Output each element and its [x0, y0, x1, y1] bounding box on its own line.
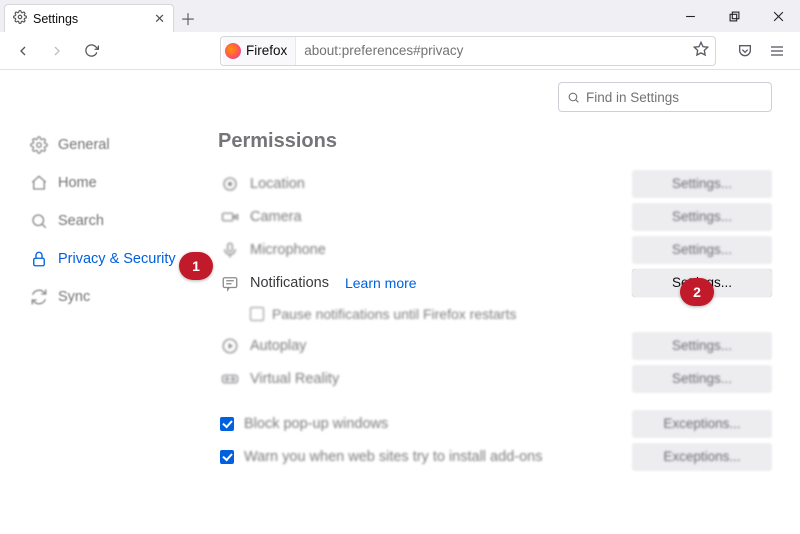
annotation-callout-1: 1	[179, 252, 213, 280]
sidebar-item-home[interactable]: Home	[30, 164, 200, 202]
perm-label: Warn you when web sites try to install a…	[244, 449, 542, 465]
sidebar-item-sync[interactable]: Sync	[30, 278, 200, 316]
section-title: Permissions	[218, 130, 772, 153]
identity-chip[interactable]: Firefox	[223, 37, 296, 65]
camera-icon	[220, 207, 240, 227]
gear-icon	[13, 10, 27, 27]
sidebar-item-label: Search	[58, 213, 104, 229]
tab-title: Settings	[33, 12, 78, 26]
toolbar: Firefox about:preferences#privacy	[0, 32, 800, 70]
vr-settings-button[interactable]: Settings...	[632, 365, 772, 393]
window-restore-button[interactable]	[712, 0, 756, 32]
sidebar-item-search[interactable]: Search	[30, 202, 200, 240]
location-settings-button[interactable]: Settings...	[632, 170, 772, 198]
titlebar: Settings ✕ ＋	[0, 0, 800, 32]
perm-row-autoplay: Autoplay Settings...	[216, 329, 772, 362]
perm-label: Camera	[250, 209, 302, 225]
microphone-icon	[220, 240, 240, 260]
pause-notifications-label: Pause notifications until Firefox restar…	[272, 306, 516, 322]
new-tab-button[interactable]: ＋	[174, 4, 202, 32]
sidebar: General Home Search Privacy & Security S…	[0, 70, 200, 534]
perm-label: Notifications	[250, 275, 329, 291]
camera-settings-button[interactable]: Settings...	[632, 203, 772, 231]
pause-notifications-checkbox[interactable]	[250, 307, 264, 321]
perm-row-vr: Virtual Reality Settings...	[216, 362, 772, 395]
autoplay-icon	[220, 336, 240, 356]
firefox-logo-icon	[225, 43, 241, 59]
warn-addons-checkbox[interactable]	[220, 450, 234, 464]
block-popups-checkbox[interactable]	[220, 417, 234, 431]
microphone-settings-button[interactable]: Settings...	[632, 236, 772, 264]
perm-row-camera: Camera Settings...	[216, 200, 772, 233]
perm-label: Virtual Reality	[250, 371, 339, 387]
window-controls	[668, 0, 800, 32]
sidebar-item-label: Home	[58, 175, 97, 191]
url-text: about:preferences#privacy	[304, 43, 463, 58]
perm-row-popups: Block pop-up windows Exceptions...	[216, 407, 772, 440]
pocket-icon[interactable]	[730, 36, 760, 66]
sidebar-item-label: Privacy & Security	[58, 251, 176, 267]
window-minimize-button[interactable]	[668, 0, 712, 32]
learn-more-link[interactable]: Learn more	[345, 275, 417, 291]
autoplay-settings-button[interactable]: Settings...	[632, 332, 772, 360]
browser-tab[interactable]: Settings ✕	[4, 4, 174, 32]
addons-exceptions-button[interactable]: Exceptions...	[632, 443, 772, 471]
forward-button[interactable]	[42, 36, 72, 66]
perm-label: Autoplay	[250, 338, 306, 354]
reload-button[interactable]	[76, 36, 106, 66]
perm-label: Location	[250, 176, 305, 192]
notifications-icon	[220, 273, 240, 293]
vr-icon	[220, 369, 240, 389]
url-bar[interactable]: Firefox about:preferences#privacy	[220, 36, 716, 66]
bookmark-star-icon[interactable]	[693, 41, 709, 60]
find-placeholder: Find in Settings	[586, 90, 679, 105]
menu-icon[interactable]	[762, 36, 792, 66]
popups-exceptions-button[interactable]: Exceptions...	[632, 410, 772, 438]
sidebar-item-general[interactable]: General	[30, 126, 200, 164]
perm-row-location: Location Settings...	[216, 167, 772, 200]
content: General Home Search Privacy & Security S…	[0, 70, 800, 534]
annotation-callout-2: 2	[680, 278, 714, 306]
perm-label: Block pop-up windows	[244, 416, 388, 432]
identity-label: Firefox	[246, 43, 287, 58]
location-icon	[220, 174, 240, 194]
perm-row-addons-warn: Warn you when web sites try to install a…	[216, 440, 772, 473]
back-button[interactable]	[8, 36, 38, 66]
perm-row-microphone: Microphone Settings...	[216, 233, 772, 266]
close-tab-icon[interactable]: ✕	[154, 12, 165, 25]
sidebar-item-label: Sync	[58, 289, 90, 305]
find-in-settings-input[interactable]: Find in Settings	[558, 82, 772, 112]
perm-label: Microphone	[250, 242, 326, 258]
sidebar-item-label: General	[58, 137, 110, 153]
window-close-button[interactable]	[756, 0, 800, 32]
main-panel: Find in Settings Permissions Location Se…	[200, 70, 800, 534]
